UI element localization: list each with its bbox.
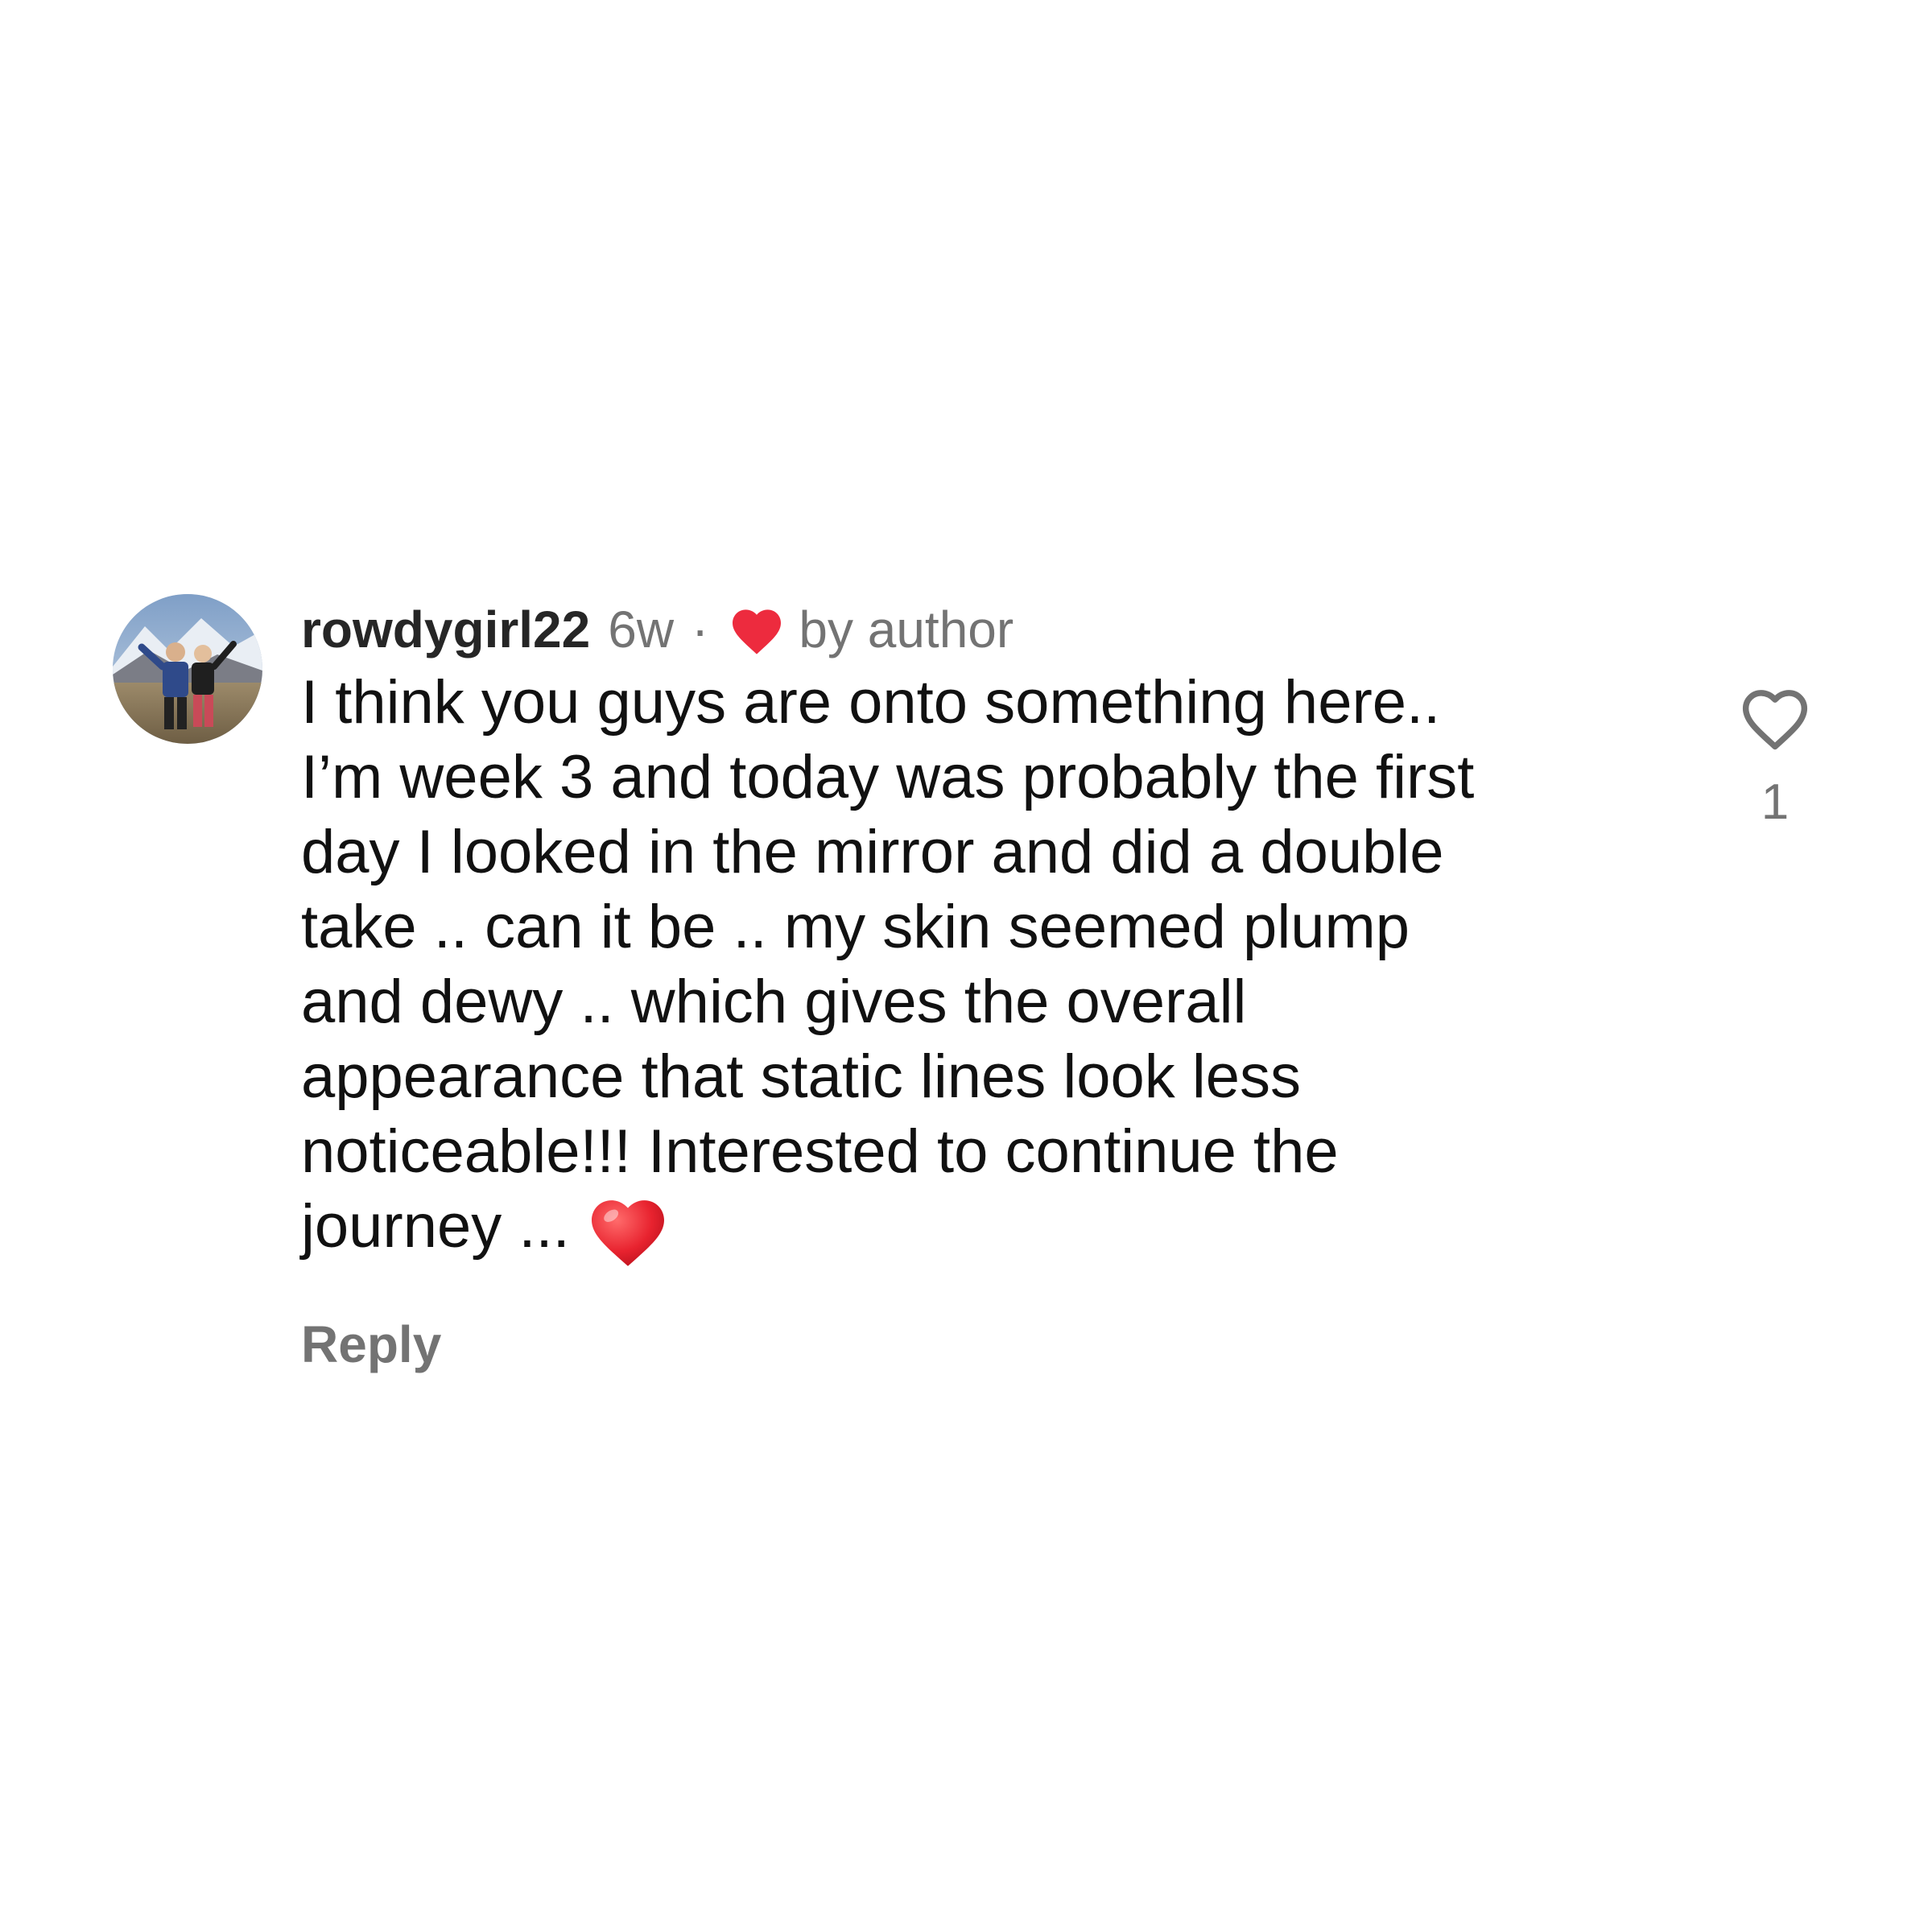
like-count: 1 — [1761, 774, 1790, 830]
like-column: 1 — [1731, 683, 1819, 831]
avatar[interactable] — [113, 594, 262, 744]
comment-meta: rowdygirl22 6w · by author — [301, 594, 1734, 665]
red-heart-emoji — [588, 1192, 668, 1269]
liked-by-author-label: by author — [799, 601, 1014, 658]
heart-outline-icon[interactable] — [1736, 683, 1814, 752]
heart-filled-icon — [728, 603, 786, 656]
comment-text-content: I think you guys are onto something here… — [301, 668, 1475, 1261]
timestamp[interactable]: 6w — [608, 594, 674, 665]
username-link[interactable]: rowdygirl22 — [301, 594, 590, 665]
comment-text: I think you guys are onto something here… — [301, 665, 1589, 1269]
comment-row: rowdygirl22 6w · by author I think you g… — [113, 594, 1819, 1399]
reply-button[interactable]: Reply — [301, 1315, 441, 1374]
meta-separator: · — [691, 601, 709, 658]
comment-body: rowdygirl22 6w · by author I think you g… — [301, 594, 1734, 1374]
